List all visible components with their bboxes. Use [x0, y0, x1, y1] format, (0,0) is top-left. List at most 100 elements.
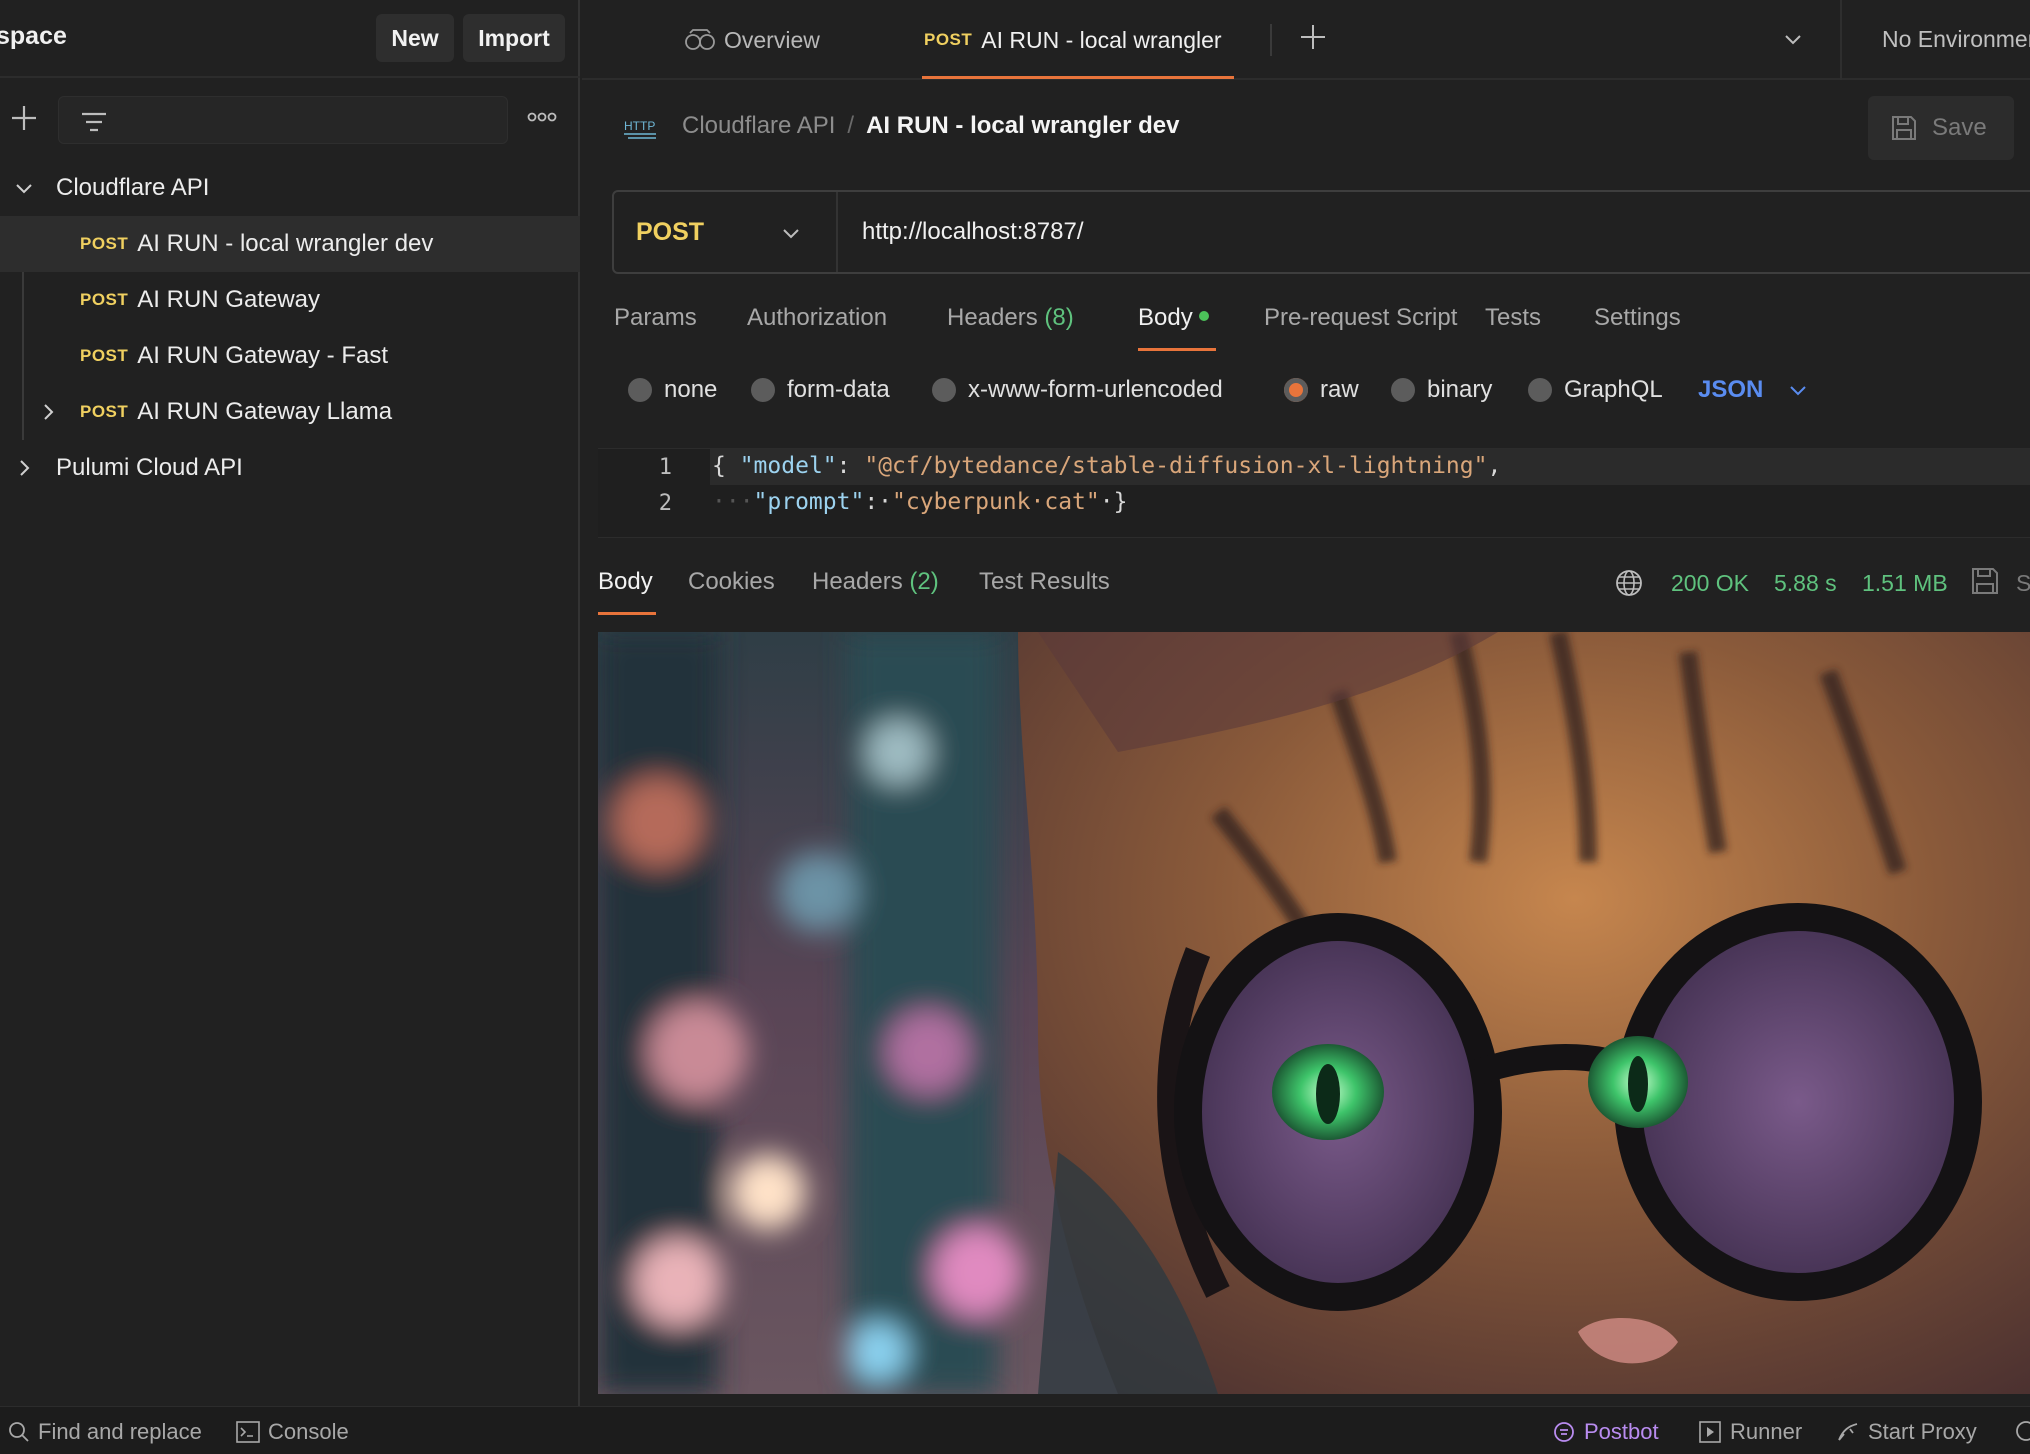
response-tab-headers[interactable]: Headers (2) [812, 568, 939, 596]
find-and-replace-button[interactable]: Find and replace [8, 1419, 202, 1445]
globe-icon[interactable] [1614, 568, 1644, 598]
response-tab-body[interactable]: Body [598, 568, 653, 596]
code-token: "cyberpunk·cat" [892, 489, 1100, 515]
response-time[interactable]: 5.88 s [1774, 570, 1837, 597]
sidebar: space New Import Cloudflare API POST AI … [0, 0, 580, 1406]
status-label: Start Proxy [1868, 1419, 1977, 1444]
status-label: Runner [1730, 1419, 1803, 1444]
code-line-1: { "model": "@cf/bytedance/stable-diffusi… [712, 453, 1501, 479]
postbot-button[interactable]: Postbot [1552, 1419, 1659, 1445]
radio-dot [932, 378, 956, 402]
http-icon-text: HTTP [624, 119, 655, 133]
request-item-gateway-fast[interactable]: POST AI RUN Gateway - Fast [0, 328, 580, 384]
body-indicator-dot [1198, 310, 1209, 321]
tab-overview[interactable]: Overview [684, 0, 820, 80]
url-input[interactable]: http://localhost:8787/ [862, 218, 1083, 246]
code-token: { [712, 453, 740, 479]
method-badge: POST [80, 346, 129, 365]
sidebar-toolbar [0, 92, 580, 148]
url-divider [836, 192, 838, 272]
body-type-options: none form-data x-www-form-urlencoded raw… [628, 372, 2028, 412]
code-line-2: ···"prompt":·"cyberpunk·cat"·} [712, 489, 1127, 515]
radio-dot [1528, 378, 1552, 402]
postbot-icon [1554, 1422, 1574, 1442]
status-label: Find and replace [38, 1419, 202, 1444]
response-size[interactable]: 1.51 MB [1862, 570, 1948, 597]
active-subtab-indicator [1138, 348, 1216, 351]
radio-label: binary [1427, 376, 1493, 403]
code-token: ··· [712, 489, 754, 515]
radio-none[interactable]: none [628, 376, 717, 404]
request-item-gateway-llama[interactable]: POST AI RUN Gateway Llama [0, 384, 580, 440]
request-label: AI RUN Gateway [137, 286, 321, 313]
tab-settings[interactable]: Settings [1594, 304, 1681, 332]
tab-headers[interactable]: Headers (8) [947, 304, 1074, 332]
radio-label: x-www-form-urlencoded [968, 376, 1223, 403]
add-icon[interactable] [8, 102, 40, 134]
collection-pulumi-cloud-api[interactable]: Pulumi Cloud API [0, 440, 580, 496]
active-tab-indicator [922, 76, 1234, 79]
code-editor[interactable]: 1 2 { "model": "@cf/bytedance/stable-dif… [598, 448, 2030, 538]
console-button[interactable]: Console [236, 1419, 349, 1445]
chevron-right-icon[interactable] [14, 458, 34, 478]
response-status[interactable]: 200 OK [1671, 570, 1749, 597]
chevron-down-icon[interactable] [780, 222, 802, 244]
more-options-icon[interactable] [526, 106, 558, 128]
save-button[interactable]: Save [1868, 96, 2014, 160]
settings-icon[interactable] [2014, 1419, 2030, 1443]
line-number: 1 [658, 455, 672, 480]
radio-label: none [664, 376, 718, 403]
runner-button[interactable]: Runner [1698, 1419, 1802, 1445]
tab-params[interactable]: Params [614, 304, 697, 332]
start-proxy-button[interactable]: Start Proxy [1836, 1419, 1977, 1445]
breadcrumb-separator: / [847, 112, 855, 139]
save-label: Save [1932, 114, 1987, 141]
tab-active-request[interactable]: POST AI RUN - local wrangler [924, 0, 1222, 80]
radio-dot [628, 378, 652, 402]
radio-label: GraphQL [1564, 376, 1663, 403]
chevron-down-icon[interactable] [14, 178, 34, 198]
tab-body[interactable]: Body [1138, 304, 1209, 332]
response-tab-cookies[interactable]: Cookies [688, 568, 775, 596]
format-select[interactable]: JSON [1698, 376, 1809, 404]
method-select[interactable]: POST [636, 218, 704, 247]
collection-label: Pulumi Cloud API [56, 454, 243, 481]
environment-selector[interactable]: No Environment [1882, 26, 2030, 53]
tab-label: AI RUN - local wrangler [981, 26, 1222, 53]
breadcrumb-parent[interactable]: Cloudflare API [682, 112, 835, 139]
workspace-title[interactable]: space [0, 22, 67, 51]
tab-tests[interactable]: Tests [1485, 304, 1541, 332]
env-divider [1840, 0, 1842, 80]
response-image [598, 632, 2030, 1394]
request-item-local-wrangler[interactable]: POST AI RUN - local wrangler dev [0, 216, 580, 272]
request-item-gateway[interactable]: POST AI RUN Gateway [0, 272, 580, 328]
radio-graphql[interactable]: GraphQL [1528, 376, 1663, 404]
radio-binary[interactable]: binary [1391, 376, 1492, 404]
radio-dot [1391, 378, 1415, 402]
breadcrumb-current[interactable]: AI RUN - local wrangler dev [866, 112, 1179, 139]
radio-raw[interactable]: raw [1284, 376, 1359, 404]
radio-label: raw [1320, 376, 1359, 403]
runner-icon [1699, 1421, 1721, 1443]
overview-icon [685, 29, 715, 50]
breadcrumb: Cloudflare API / AI RUN - local wrangler d… [682, 112, 1180, 140]
chevron-down-icon [1790, 386, 1807, 396]
request-label: AI RUN - local wrangler dev [137, 230, 434, 257]
tab-bar: Overview POST AI RUN - local wrangler No… [582, 0, 2030, 80]
radio-form-data[interactable]: form-data [751, 376, 890, 404]
new-tab-icon[interactable] [1298, 22, 1328, 52]
response-tab-test-results[interactable]: Test Results [979, 568, 1110, 596]
tab-label: Overview [724, 26, 820, 53]
chevron-right-icon[interactable] [38, 402, 58, 422]
tab-authorization[interactable]: Authorization [747, 304, 887, 332]
save-response-icon[interactable] [1970, 566, 2000, 596]
filter-input[interactable] [58, 96, 508, 144]
request-header: HTTP Cloudflare API / AI RUN - local wrang… [582, 82, 2030, 174]
radio-urlencoded[interactable]: x-www-form-urlencoded [932, 376, 1223, 404]
tab-prerequest-script[interactable]: Pre-request Script [1264, 304, 1457, 332]
collection-cloudflare-api[interactable]: Cloudflare API [0, 160, 580, 216]
chevron-down-icon[interactable] [1782, 28, 1804, 50]
new-button[interactable]: New [376, 14, 454, 62]
import-button[interactable]: Import [463, 14, 565, 62]
save-response-label[interactable]: S [2016, 570, 2030, 597]
